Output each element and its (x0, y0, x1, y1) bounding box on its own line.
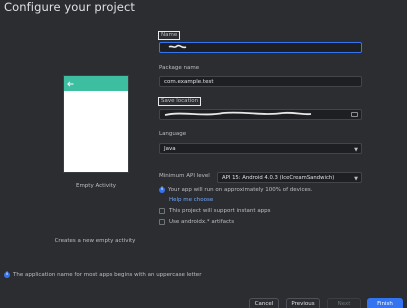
template-preview (63, 75, 129, 173)
api-info: i Your app will run on approximately 100… (159, 187, 312, 193)
androidx-checkbox[interactable] (159, 219, 165, 225)
api-level-select[interactable]: API 15: Android 4.0.3 (IceCreamSandwich)… (217, 172, 362, 183)
preview-app-bar (64, 76, 128, 91)
instant-apps-row[interactable]: This project will support instant apps (159, 208, 271, 214)
next-button[interactable]: Next (327, 298, 361, 308)
save-location-label: Save location (158, 97, 202, 106)
name-label: Name (158, 31, 181, 40)
api-info-text: Your app will run on approximately 100% … (168, 187, 313, 193)
template-description: Creates a new empty activity (54, 238, 136, 244)
help-me-choose-link[interactable]: Help me choose (169, 197, 213, 203)
folder-icon[interactable] (351, 112, 358, 117)
save-location-input[interactable] (159, 109, 362, 120)
info-icon: i (159, 187, 165, 193)
info-icon: i (4, 272, 10, 278)
api-level-value: API 15: Android 4.0.3 (IceCreamSandwich) (222, 175, 335, 181)
language-select[interactable]: Java ▼ (159, 143, 362, 154)
footer-info-text: The application name for most apps begin… (13, 272, 202, 278)
chevron-down-icon: ▼ (354, 176, 358, 182)
chevron-down-icon: ▼ (354, 147, 358, 153)
page-title: Configure your project (4, 0, 136, 14)
package-input[interactable]: com.example.test (159, 76, 362, 87)
androidx-label: Use androidx.* artifacts (169, 219, 235, 225)
language-value: Java (164, 146, 176, 152)
instant-apps-label: This project will support instant apps (169, 208, 271, 214)
package-label: Package name (159, 65, 200, 71)
redaction-scribble (168, 44, 187, 49)
cancel-button[interactable]: Cancel (249, 298, 279, 308)
name-input[interactable] (159, 42, 362, 53)
back-arrow-icon (67, 80, 74, 87)
template-name: Empty Activity (75, 183, 117, 189)
androidx-row[interactable]: Use androidx.* artifacts (159, 219, 234, 225)
instant-apps-checkbox[interactable] (159, 208, 165, 214)
finish-button[interactable]: Finish (367, 298, 403, 308)
footer-info: i The application name for most apps beg… (4, 272, 201, 278)
api-level-label: Minimum API level (159, 173, 210, 179)
previous-button[interactable]: Previous (286, 298, 320, 308)
language-label: Language (159, 131, 187, 137)
redaction-scribble (164, 111, 312, 116)
